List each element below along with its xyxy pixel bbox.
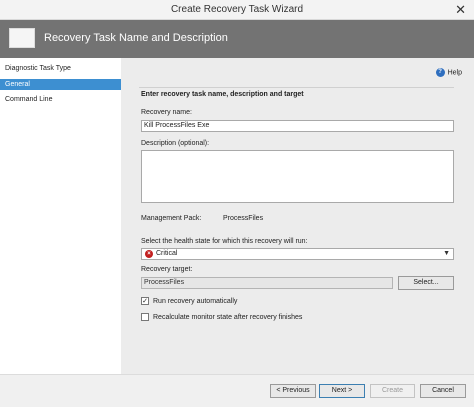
health-state-value: Critical [156,250,178,257]
close-icon[interactable]: ✕ [455,2,466,18]
run-automatically-checkbox[interactable]: ✓ Run recovery automatically [141,297,237,305]
recovery-name-input[interactable]: Kill ProcessFiles Exe [141,120,454,132]
step-diagnostic-task-type[interactable]: Diagnostic Task Type [0,63,121,74]
next-button[interactable]: Next > [319,384,365,398]
description-label: Description (optional): [141,140,210,147]
checkbox-unchecked-icon [141,313,149,321]
section-title: Enter recovery task name, description an… [141,91,304,98]
health-state-select[interactable]: × Critical ▼ [141,248,454,260]
wizard-banner: Recovery Task Name and Description [0,20,474,58]
recovery-name-label: Recovery name: [141,109,192,116]
management-pack-value: ProcessFiles [223,215,264,222]
run-automatically-label: Run recovery automatically [153,297,238,305]
title-bar: Create Recovery Task Wizard ✕ [0,0,474,20]
chevron-down-icon: ▼ [443,250,450,257]
main-panel: ? Help Enter recovery task name, descript… [121,58,474,374]
help-icon: ? [435,68,445,77]
help-label: Help [447,69,462,77]
create-button[interactable]: Create [370,384,415,398]
recalculate-state-checkbox[interactable]: Recalculate monitor state after recovery… [141,313,302,321]
critical-icon: × [145,250,153,258]
checkbox-checked-icon: ✓ [141,297,149,305]
cancel-button[interactable]: Cancel [420,384,466,398]
description-textarea[interactable] [141,150,454,203]
recovery-target-label: Recovery target: [141,266,193,273]
help-link[interactable]: ? Help [435,68,462,77]
wizard-steps-sidebar: Diagnostic Task Type General Command Lin… [0,58,121,374]
management-pack-label: Management Pack: [141,215,202,222]
wizard-icon [9,28,35,48]
wizard-footer: < Previous Next > Create Cancel [0,374,474,407]
step-command-line[interactable]: Command Line [0,94,121,105]
select-target-button[interactable]: Select... [398,276,454,290]
recalculate-state-label: Recalculate monitor state after recovery… [153,313,303,321]
page-heading: Recovery Task Name and Description [44,32,228,44]
health-state-label: Select the health state for which this r… [141,238,308,245]
step-general[interactable]: General [0,79,121,90]
recovery-target-field: ProcessFiles [141,277,393,289]
section-divider [139,87,454,88]
window-title: Create Recovery Task Wizard [170,4,304,15]
previous-button[interactable]: < Previous [270,384,316,398]
